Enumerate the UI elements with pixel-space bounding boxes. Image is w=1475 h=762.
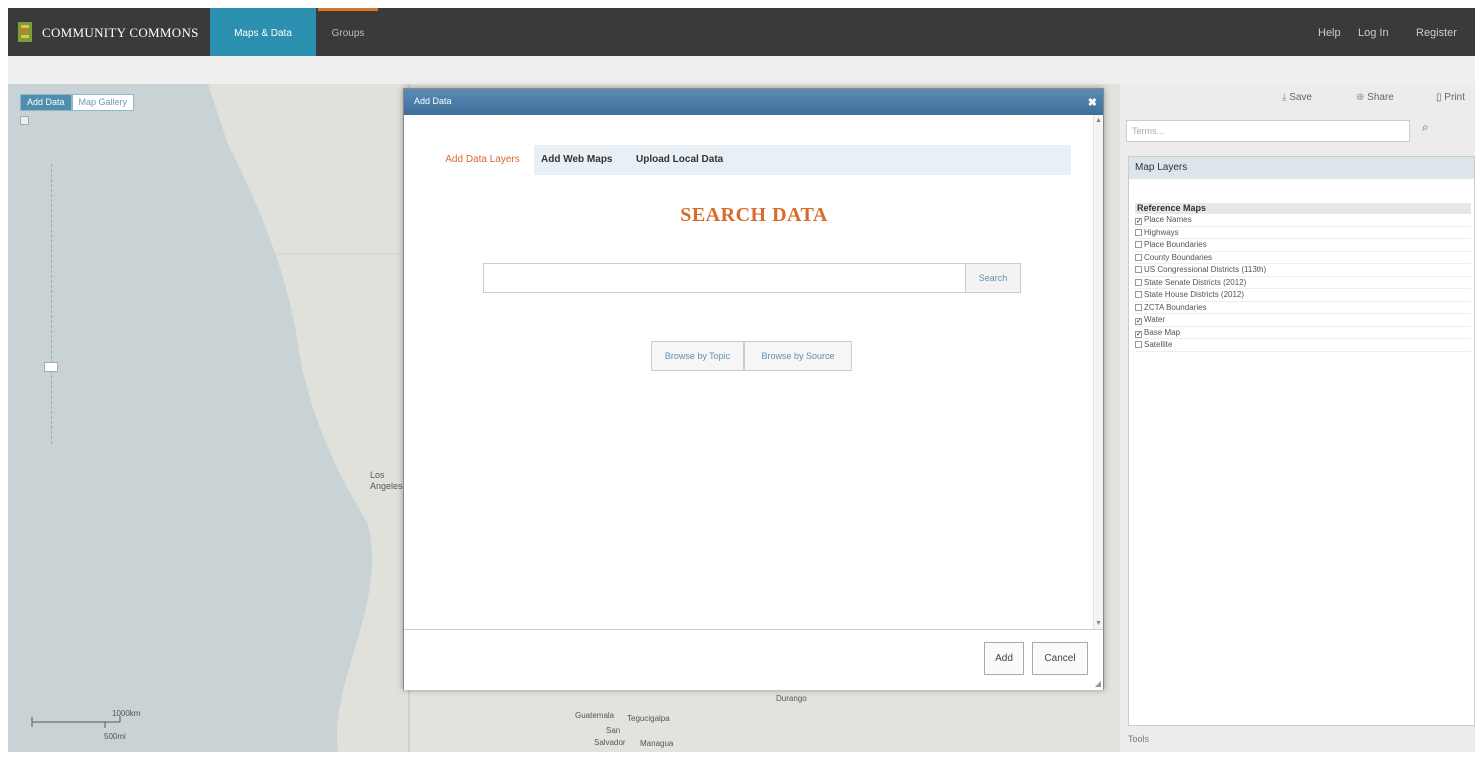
layer-checkbox[interactable] bbox=[1135, 228, 1142, 236]
save-button[interactable]: ⤓ Save bbox=[1282, 92, 1312, 103]
nav-tab-groups[interactable]: Groups bbox=[318, 8, 378, 62]
layer-row[interactable]: ✓ Water bbox=[1135, 314, 1471, 327]
search-data-input[interactable] bbox=[483, 263, 966, 293]
layer-row[interactable]: State Senate Districts (2012) bbox=[1135, 277, 1471, 289]
brand-name[interactable]: COMMUNITY COMMONS bbox=[42, 25, 199, 41]
layer-label: Base Map bbox=[1144, 327, 1181, 337]
map-place-label: Guatemala bbox=[575, 711, 615, 720]
share-icon: ⊕ bbox=[1356, 92, 1365, 103]
close-icon[interactable]: ✖ bbox=[1088, 96, 1097, 109]
login-link[interactable]: Log In bbox=[1358, 27, 1389, 39]
search-icon[interactable]: ⌕ bbox=[1422, 120, 1429, 135]
layer-checkbox[interactable] bbox=[1135, 341, 1142, 348]
layer-label: Place Names bbox=[1144, 215, 1192, 224]
layer-checkbox[interactable]: ✓ bbox=[1135, 218, 1142, 225]
layers-toggle-icon[interactable] bbox=[20, 116, 29, 125]
map-place-label: San bbox=[606, 726, 621, 735]
map-tabs: Add Data Map Gallery bbox=[20, 94, 135, 111]
layer-label: Place Boundaries bbox=[1144, 240, 1207, 249]
map-place-label: Salvador bbox=[594, 738, 626, 747]
print-button[interactable]: ▯ Print bbox=[1436, 92, 1465, 103]
layer-label: Satellite bbox=[1144, 340, 1173, 349]
layer-row[interactable]: ✓ Base Map bbox=[1135, 327, 1471, 339]
modal-title: Add Data bbox=[414, 96, 452, 106]
layer-checkbox[interactable] bbox=[1135, 241, 1142, 248]
layer-checkbox[interactable] bbox=[1135, 291, 1142, 298]
layer-label: ZCTA Boundaries bbox=[1144, 302, 1207, 312]
zoom-slider[interactable] bbox=[51, 164, 53, 444]
tab-add-data-layers[interactable]: Add Data Layers bbox=[431, 145, 534, 175]
layer-label: State House Districts (2012) bbox=[1144, 290, 1245, 299]
tab-add-data[interactable]: Add Data bbox=[20, 94, 72, 111]
search-data-heading: SEARCH DATA bbox=[680, 204, 828, 226]
map-layers-panel: Map Layers Reference Maps ✓ Place Names Hi… bbox=[1128, 156, 1475, 726]
layer-row[interactable]: Highways bbox=[1135, 227, 1471, 239]
tab-map-gallery[interactable]: Map Gallery bbox=[71, 94, 135, 111]
tools-label[interactable]: Tools bbox=[1128, 734, 1149, 744]
map-place-label: Managua bbox=[640, 739, 674, 748]
print-icon: ▯ bbox=[1436, 92, 1442, 103]
reference-maps-group[interactable]: Reference Maps bbox=[1135, 203, 1471, 214]
tab-upload-local-data[interactable]: Upload Local Data bbox=[636, 145, 723, 175]
layer-label: State Senate Districts (2012) bbox=[1144, 277, 1247, 287]
modal-tab-strip: Add Data Layers Add Web Maps Upload Loca… bbox=[431, 145, 1071, 175]
register-link[interactable]: Register bbox=[1416, 27, 1457, 39]
layer-checkbox[interactable] bbox=[1135, 253, 1142, 261]
scroll-up-icon[interactable]: ▲ bbox=[1095, 117, 1102, 124]
share-button[interactable]: ⊕ Share bbox=[1356, 92, 1394, 103]
add-data-modal: Add Data ✖ ▲ ▼ Add Data Layers Add Web M… bbox=[403, 88, 1104, 690]
add-button[interactable]: Add bbox=[984, 642, 1024, 675]
layer-label: County Boundaries bbox=[1144, 252, 1213, 262]
layer-row[interactable]: County Boundaries bbox=[1135, 252, 1471, 264]
tab-add-web-maps[interactable]: Add Web Maps bbox=[541, 145, 612, 175]
layer-row[interactable]: Satellite bbox=[1135, 339, 1471, 352]
scale-mi-label: 500mi bbox=[104, 732, 126, 741]
cancel-button[interactable]: Cancel bbox=[1032, 642, 1088, 675]
top-nav-bar: COMMUNITY COMMONS Maps & Data Groups Hel… bbox=[8, 8, 1475, 62]
layers-list: Reference Maps ✓ Place Names Highways Place… bbox=[1135, 203, 1471, 352]
layer-checkbox[interactable] bbox=[1135, 266, 1142, 273]
layer-checkbox[interactable] bbox=[1135, 303, 1142, 311]
layer-label: Water bbox=[1144, 315, 1166, 324]
right-panel: ⤓ Save ⊕ Share ▯ Print Terms... ⌕ Map La… bbox=[1120, 84, 1475, 752]
community-commons-logo-icon bbox=[18, 22, 32, 42]
layer-row[interactable]: Place Boundaries bbox=[1135, 239, 1471, 252]
layer-row[interactable]: US Congressional Districts (113th) bbox=[1135, 264, 1471, 277]
scroll-down-icon[interactable]: ▼ bbox=[1095, 620, 1102, 627]
save-icon: ⤓ bbox=[1282, 92, 1287, 103]
layer-checkbox[interactable]: ✓ bbox=[1135, 318, 1142, 325]
modal-footer: Add Cancel ◢ bbox=[404, 629, 1103, 690]
resize-grip-icon[interactable]: ◢ bbox=[1095, 679, 1101, 688]
nav-tab-maps-data[interactable]: Maps & Data bbox=[210, 8, 316, 62]
sub-toolbar bbox=[8, 56, 1475, 84]
scale-km-label: 1000km bbox=[112, 709, 141, 718]
search-button[interactable]: Search bbox=[965, 263, 1021, 293]
browse-by-source-button[interactable]: Browse by Source bbox=[744, 341, 852, 371]
layer-row[interactable]: State House Districts (2012) bbox=[1135, 289, 1471, 302]
map-layers-title: Map Layers bbox=[1129, 157, 1474, 179]
layer-checkbox[interactable]: ✓ bbox=[1135, 330, 1142, 338]
layer-label: Highways bbox=[1144, 227, 1179, 237]
modal-header: Add Data ✖ bbox=[404, 89, 1103, 115]
layer-checkbox[interactable] bbox=[1135, 278, 1142, 286]
browse-by-topic-button[interactable]: Browse by Topic bbox=[651, 341, 744, 371]
city-label: Los Angeles bbox=[370, 470, 403, 491]
help-link[interactable]: Help bbox=[1318, 27, 1341, 39]
layer-search-input[interactable]: Terms... bbox=[1126, 120, 1410, 142]
layer-label: US Congressional Districts (113th) bbox=[1144, 265, 1267, 274]
modal-scrollbar[interactable]: ▲ ▼ bbox=[1093, 115, 1103, 629]
layer-row[interactable]: ✓ Place Names bbox=[1135, 214, 1471, 227]
map-place-label: Durango bbox=[776, 694, 807, 703]
map-place-label: Tegucigalpa bbox=[627, 714, 670, 723]
zoom-slider-handle[interactable] bbox=[44, 362, 58, 372]
layer-row[interactable]: ZCTA Boundaries bbox=[1135, 302, 1471, 314]
